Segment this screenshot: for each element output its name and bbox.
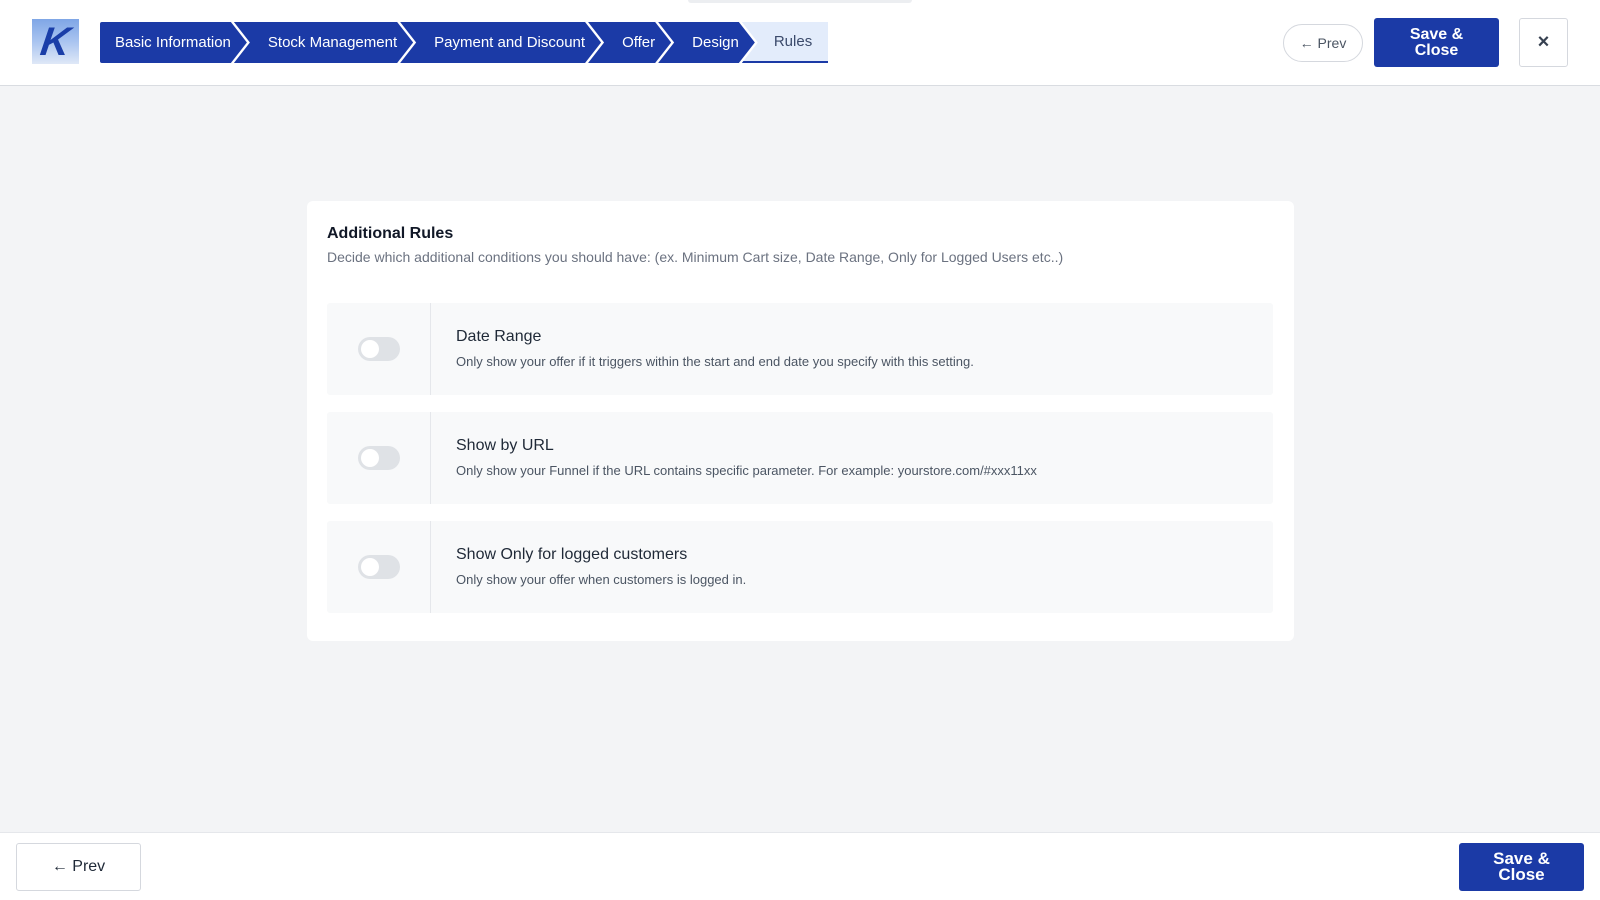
rule-toggle-area bbox=[327, 521, 431, 613]
logo-letter: K bbox=[37, 19, 74, 64]
save-label-line2: Close bbox=[1498, 865, 1545, 884]
wizard-steps: Basic Information Stock Management Payme… bbox=[100, 22, 829, 63]
rule-description: Only show your offer if it triggers with… bbox=[456, 354, 974, 369]
step-label: Basic Information bbox=[115, 34, 231, 51]
rule-show-by-url: Show by URL Only show your Funnel if the… bbox=[327, 412, 1273, 504]
top-header: K Basic Information Stock Management Pay… bbox=[0, 0, 1600, 86]
rule-date-range: Date Range Only show your offer if it tr… bbox=[327, 303, 1273, 395]
save-label-line2: Close bbox=[1414, 41, 1459, 59]
rule-toggle-area bbox=[327, 412, 431, 504]
show-by-url-toggle[interactable] bbox=[358, 446, 400, 470]
step-payment-and-discount[interactable]: Payment and Discount bbox=[400, 22, 601, 63]
prev-button-bottom[interactable]: ← Prev bbox=[16, 843, 141, 891]
step-label: Offer bbox=[622, 34, 656, 51]
bottom-footer: ← Prev Save & Close bbox=[0, 832, 1600, 900]
save-close-label: Save & Close bbox=[1493, 850, 1550, 884]
step-design[interactable]: Design bbox=[658, 22, 755, 63]
step-label: Design bbox=[692, 34, 739, 51]
toggle-knob bbox=[361, 449, 379, 467]
rule-title: Date Range bbox=[456, 328, 542, 345]
prev-button-top[interactable]: ← Prev bbox=[1283, 24, 1363, 62]
save-close-button-bottom[interactable]: Save & Close bbox=[1459, 843, 1584, 891]
card-title: Additional Rules bbox=[327, 225, 454, 242]
rule-title: Show by URL bbox=[456, 437, 554, 454]
toggle-knob bbox=[361, 340, 379, 358]
save-close-button-top[interactable]: Save & Close bbox=[1374, 18, 1499, 67]
rule-description: Only show your offer when customers is l… bbox=[456, 572, 747, 587]
rule-title: Show Only for logged customers bbox=[456, 546, 688, 563]
rule-toggle-area bbox=[327, 303, 431, 395]
step-stock-management[interactable]: Stock Management bbox=[234, 22, 413, 63]
close-icon: × bbox=[1537, 31, 1550, 53]
app-logo[interactable]: K bbox=[32, 19, 79, 64]
save-close-label: Save & Close bbox=[1409, 25, 1464, 59]
step-label: Stock Management bbox=[267, 34, 398, 51]
step-label: Payment and Discount bbox=[434, 34, 586, 51]
save-label-line1: Save & bbox=[1409, 25, 1464, 43]
header-decoration bbox=[688, 0, 912, 3]
additional-rules-card: Additional Rules Decide which additional… bbox=[307, 201, 1294, 641]
toggle-knob bbox=[361, 558, 379, 576]
close-button[interactable]: × bbox=[1519, 18, 1568, 67]
card-subtitle: Decide which additional conditions you s… bbox=[327, 249, 1064, 265]
step-label: Rules bbox=[773, 33, 813, 50]
step-basic-information[interactable]: Basic Information bbox=[100, 22, 247, 63]
logged-customers-toggle[interactable] bbox=[358, 555, 400, 579]
rule-description: Only show your Funnel if the URL contain… bbox=[456, 463, 1037, 478]
rule-logged-customers: Show Only for logged customers Only show… bbox=[327, 521, 1273, 613]
date-range-toggle[interactable] bbox=[358, 337, 400, 361]
